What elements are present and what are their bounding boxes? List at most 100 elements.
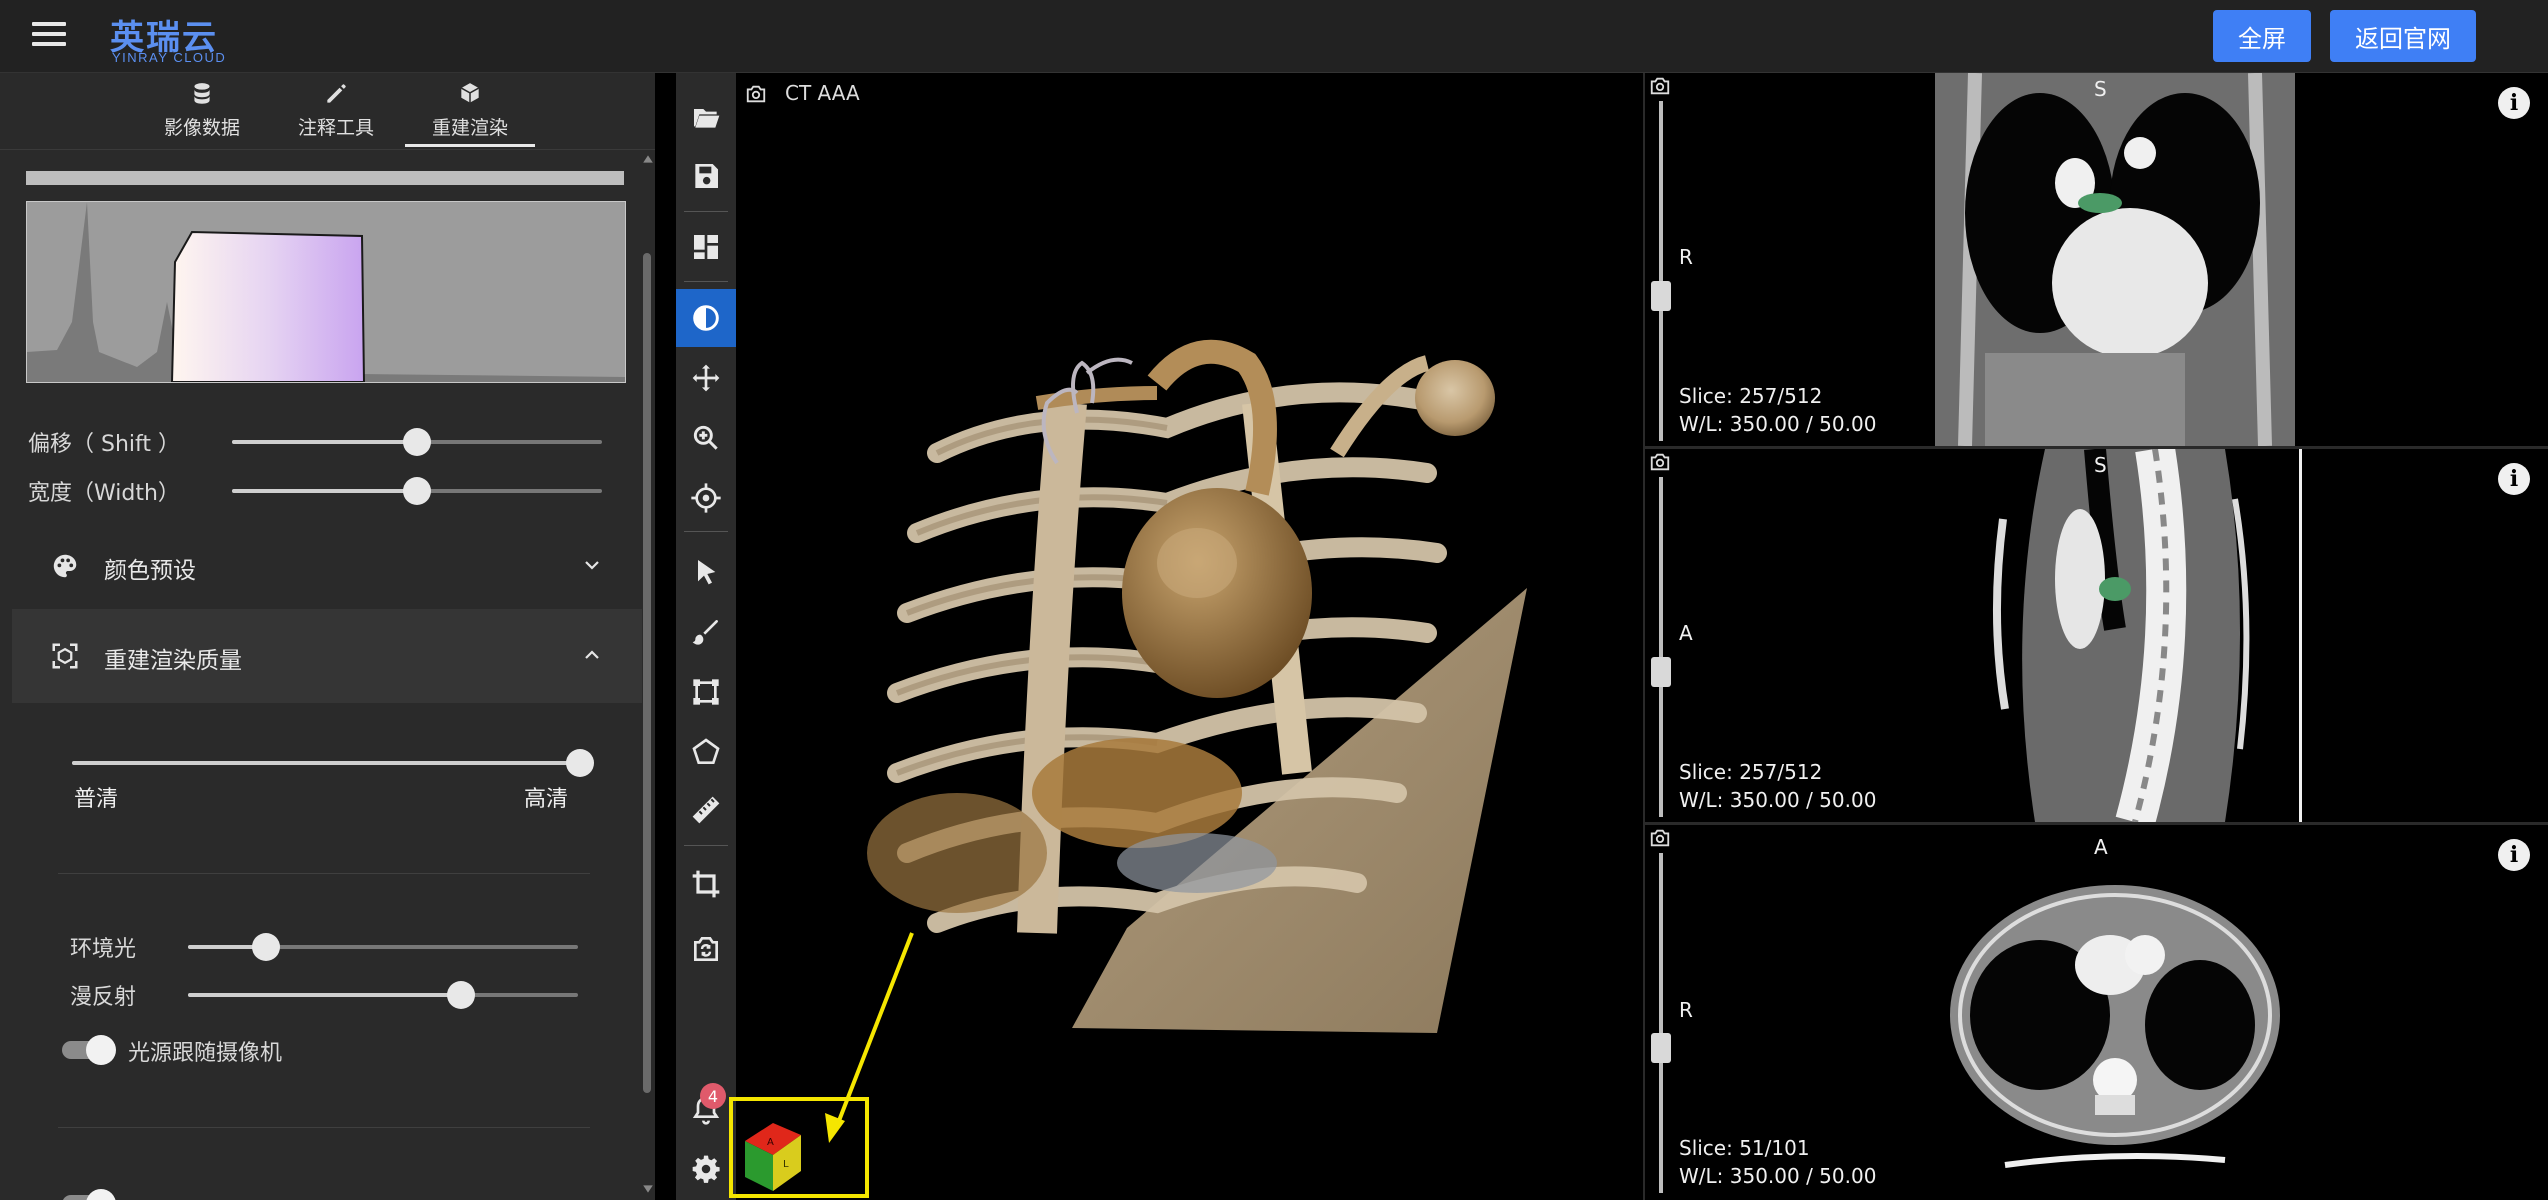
width-label: 宽度（Width）: [28, 481, 180, 506]
database-icon: [194, 83, 210, 104]
app-header: 英瑞云 YINRAY CLOUD 全屏 返回官网: [0, 0, 2548, 73]
toolbar-divider: [684, 211, 728, 212]
ambient-slider-thumb[interactable]: [252, 933, 280, 961]
orientation-cube-icon[interactable]: A L: [733, 1101, 865, 1194]
zoom-button[interactable]: [676, 409, 736, 467]
logo-subtitle: YINRAY CLOUD: [112, 50, 227, 65]
shift-slider-thumb[interactable]: [403, 428, 431, 456]
ruler-button[interactable]: [676, 781, 736, 839]
quality-slider[interactable]: [72, 749, 594, 777]
ruler-icon: [692, 796, 720, 824]
save-icon: [695, 164, 718, 188]
slice-slider-thumb[interactable]: [1651, 281, 1671, 311]
brush-button[interactable]: [676, 603, 736, 661]
axial-viewport[interactable]: A R Slice: 51/101 W/L: 350.00 / 50.00 i: [1645, 825, 2548, 1200]
diffuse-slider[interactable]: [188, 981, 578, 1009]
panel-tabs: 影像数据 注释工具 重建渲染: [0, 73, 655, 150]
coronal-slice-slider[interactable]: [1651, 101, 1671, 441]
layout-button[interactable]: [676, 218, 736, 276]
orientation-side-label: R: [1679, 245, 1693, 269]
viewport-divider: [1645, 446, 2548, 449]
svg-text:L: L: [783, 1159, 789, 1170]
shift-slider[interactable]: [232, 428, 602, 456]
coronal-viewport[interactable]: S R Slice: 257/512 W/L: 350.00 / 50.00 i: [1645, 73, 2548, 446]
viewport-divider: [1645, 822, 2548, 825]
screenshot-switch-button[interactable]: [676, 920, 736, 978]
polygon-button[interactable]: [676, 723, 736, 781]
quality-slider-thumb[interactable]: [566, 749, 594, 777]
width-slider-thumb[interactable]: [403, 477, 431, 505]
section-divider: [58, 1127, 590, 1128]
tab-label: 注释工具: [297, 117, 374, 139]
info-button[interactable]: i: [2498, 463, 2530, 495]
follow-camera-label: 光源跟随摄像机: [128, 1041, 283, 1066]
main-3d-viewport[interactable]: CT AAA: [737, 73, 1643, 1200]
sagittal-viewport[interactable]: S A Slice: 257/512 W/L: 350.00 / 50.00 i: [1645, 449, 2548, 822]
camera-swap-icon: [694, 937, 718, 961]
scroll-up-icon[interactable]: [642, 153, 654, 165]
pan-button[interactable]: [676, 349, 736, 407]
slice-info: Slice: 51/101: [1679, 1136, 1810, 1160]
follow-camera-toggle[interactable]: [58, 1031, 116, 1067]
focus-3d-icon: [52, 643, 78, 669]
pointer-icon: [698, 560, 716, 585]
window-level-info: W/L: 350.00 / 50.00: [1679, 1164, 1877, 1188]
crosshair-button[interactable]: [676, 469, 736, 527]
transfer-function-editor[interactable]: [26, 201, 626, 383]
gear-icon: [692, 1155, 720, 1183]
info-button[interactable]: i: [2498, 87, 2530, 119]
render-quality-accordion[interactable]: 重建渲染质量: [12, 609, 642, 703]
axial-slice-slider[interactable]: [1651, 853, 1671, 1193]
menu-icon[interactable]: [32, 22, 66, 50]
tab-label: 重建渲染: [431, 117, 508, 139]
folder-open-icon: [694, 109, 720, 128]
select-button[interactable]: [676, 543, 736, 601]
scroll-down-icon[interactable]: [642, 1183, 654, 1195]
diffuse-slider-thumb[interactable]: [447, 981, 475, 1009]
crosshair-icon: [691, 483, 721, 513]
slice-slider-thumb[interactable]: [1651, 1033, 1671, 1063]
camera-icon[interactable]: [1649, 451, 1671, 473]
histogram-graph: [27, 202, 625, 383]
window-level-info: W/L: 350.00 / 50.00: [1679, 788, 1877, 812]
fullscreen-button[interactable]: 全屏: [2213, 10, 2311, 62]
crop-icon: [692, 870, 720, 898]
window-level-button[interactable]: [676, 289, 736, 347]
back-to-website-button[interactable]: 返回官网: [2330, 10, 2476, 62]
viewport-divider: [1643, 73, 1645, 1200]
tab-annotation-tools[interactable]: 注释工具: [271, 73, 401, 149]
scrollbar-thumb[interactable]: [643, 253, 651, 1093]
bounding-box-icon: [693, 679, 719, 705]
sagittal-slice-slider[interactable]: [1651, 477, 1671, 817]
camera-icon[interactable]: [1649, 75, 1671, 97]
open-folder-button[interactable]: [676, 88, 736, 146]
crop-button[interactable]: [676, 855, 736, 913]
bounding-box-button[interactable]: [676, 663, 736, 721]
axial-ct-image: [1950, 885, 2280, 1168]
width-slider[interactable]: [232, 477, 602, 505]
color-preset-accordion[interactable]: 颜色预设: [12, 519, 642, 613]
move-icon: [692, 364, 720, 392]
shift-label: 偏移（ Shift ）: [28, 432, 180, 457]
tab-reconstruction-render[interactable]: 重建渲染: [405, 73, 535, 149]
camera-icon[interactable]: [1649, 827, 1671, 849]
tab-label: 影像数据: [163, 117, 240, 139]
panel-scrollbar[interactable]: [640, 153, 654, 1200]
tab-image-data[interactable]: 影像数据: [137, 73, 267, 149]
svg-text:A: A: [767, 1137, 774, 1148]
partial-toggle[interactable]: [58, 1185, 116, 1200]
slice-slider-thumb[interactable]: [1651, 657, 1671, 687]
toolbar-divider: [684, 281, 728, 282]
ambient-slider[interactable]: [188, 933, 578, 961]
settings-button[interactable]: [676, 1140, 736, 1198]
info-button[interactable]: i: [2498, 839, 2530, 871]
coronal-ct-image: [1935, 73, 2295, 446]
colormap-bar: [26, 171, 624, 185]
orientation-top-label: S: [2094, 77, 2107, 101]
orientation-cube-highlight[interactable]: A L: [729, 1097, 869, 1198]
quality-low-label: 普清: [74, 787, 119, 812]
slice-info: Slice: 257/512: [1679, 384, 1823, 408]
ambient-label: 环境光: [70, 937, 137, 962]
save-button[interactable]: [676, 147, 736, 205]
orientation-side-label: R: [1679, 998, 1693, 1022]
